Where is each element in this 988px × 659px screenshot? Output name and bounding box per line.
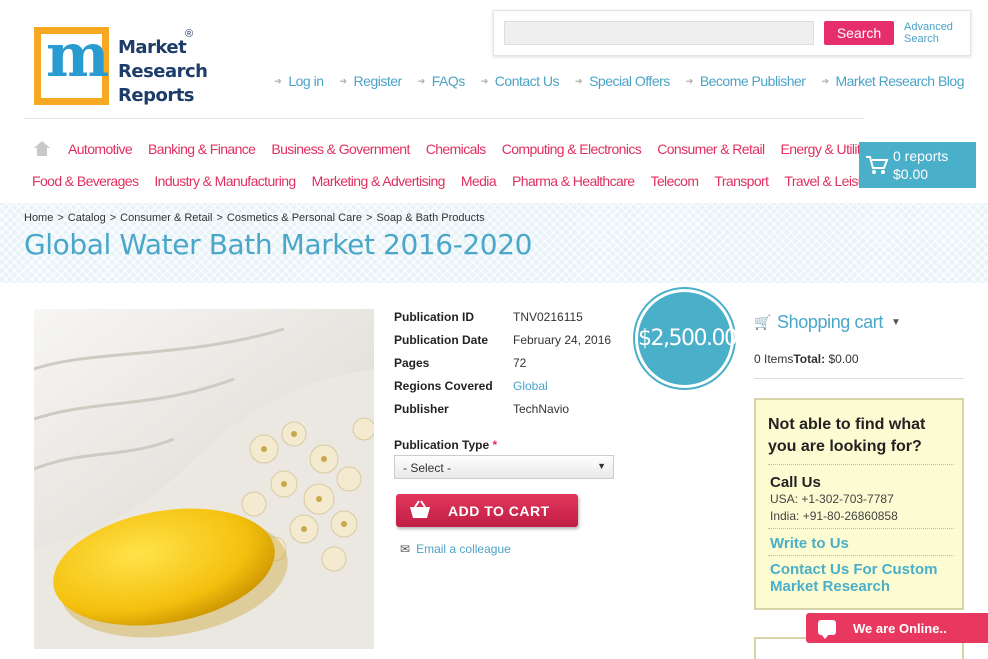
envelope-icon: ✉ [400,542,411,556]
live-chat-button[interactable]: We are Online.. [806,613,988,643]
cart-total: $0.00 [893,166,929,182]
top-link-register[interactable]: ➔ Register [339,73,403,89]
product-image [34,309,374,649]
category-link[interactable]: Media [461,173,497,189]
top-nav: ➔ Log in ➔ Register ➔ FAQs ➔ Contact Us ➔ Spe… [258,73,964,89]
breadcrumb-item[interactable]: Home [24,212,53,224]
regions-label: Regions Covered [394,379,493,393]
publisher-label: Publisher [394,402,449,416]
arrow-icon: ➔ [274,75,282,86]
publication-type-select[interactable]: - Select - ▼ [394,455,614,479]
category-link[interactable]: Pharma & Healthcare [512,173,635,189]
logo-mark: m [34,26,110,105]
help-box: Not able to find what you are looking fo… [754,398,964,610]
write-to-us-link[interactable]: Write to Us [770,535,849,552]
shopping-cart-toggle[interactable]: 🛒 Shopping cart ▼ [754,312,901,333]
page-title: Global Water Bath Market 2016-2020 [24,228,533,261]
regions-link[interactable]: Global [513,379,548,402]
site-logo[interactable]: m Market Research Reports ® [34,26,208,107]
price-badge: $2,500.00 [635,289,738,388]
arrow-icon: ➔ [685,75,694,86]
publication-id-value: TNV0216115 [513,310,583,324]
search-panel: Search Advanced Search [493,10,971,56]
help-question: Not able to find what you are looking fo… [768,416,926,455]
top-link-blog[interactable]: ➔ Market Research Blog [821,73,964,89]
cart-icon [866,156,889,174]
divider [754,378,964,379]
category-link[interactable]: Automotive [68,141,133,157]
category-link[interactable]: Food & Beverages [32,173,139,189]
category-link[interactable]: Telecom [650,173,699,189]
chat-bubble-icon [818,620,836,639]
dropdown-arrow-icon: ▼ [597,461,606,471]
top-link-login[interactable]: ➔ Log in [274,73,324,89]
email-colleague-link[interactable]: ✉ Email a colleague [400,542,511,556]
category-link[interactable]: Banking & Finance [148,141,256,157]
add-to-cart-button[interactable]: ADD TO CART [396,494,578,527]
search-button[interactable]: Search [824,21,894,45]
search-input[interactable] [504,21,814,45]
title-banner: Home > Catalog > Consumer & Retail > Cosmet… [0,203,988,283]
breadcrumb-item[interactable]: Cosmetics & Personal Care [227,212,362,224]
category-nav-row1: Automotive Banking & Finance Business & … [68,141,892,157]
breadcrumb-item[interactable]: Catalog [68,212,106,224]
required-marker: * [492,438,498,452]
top-link-contact[interactable]: ➔ Contact Us [480,73,560,89]
pages-value: 72 [513,356,527,370]
arrow-icon: ➔ [417,75,426,86]
publication-type-label: Publication Type * [394,438,498,452]
category-link[interactable]: Chemicals [426,141,487,157]
select-value: - Select - [403,461,452,475]
top-link-special-offers[interactable]: ➔ Special Offers [575,73,670,89]
category-link[interactable]: Transport [714,173,769,189]
home-icon[interactable] [34,141,50,157]
divider [24,118,864,119]
category-link[interactable]: Marketing & Advertising [312,173,446,189]
arrow-icon: ➔ [821,75,829,86]
arrow-icon: ➔ [480,75,489,86]
publication-details: Publication ID TNV0216115 Publication Dat… [394,310,611,425]
top-link-faqs[interactable]: ➔ FAQs [417,73,466,89]
category-link[interactable]: Business & Government [271,141,410,157]
arrow-icon: ➔ [339,75,348,86]
header-cart[interactable]: 0 reports $0.00 [859,142,976,188]
breadcrumb-item[interactable]: Soap & Bath Products [376,212,484,224]
advanced-search-link[interactable]: Advanced Search [904,21,953,45]
category-nav-row2: Food & Beverages Industry & Manufacturin… [32,173,892,189]
cart-icon: 🛒 [754,314,772,330]
category-link[interactable]: Industry & Manufacturing [154,173,296,189]
publication-date-label: Publication Date [394,333,489,347]
arrow-icon: ➔ [575,75,583,86]
registered-mark: ® [185,28,194,40]
publication-date-value: February 24, 2016 [513,333,612,347]
cart-summary: 0 ItemsTotal: $0.00 [754,352,859,366]
top-link-become-publisher[interactable]: ➔ Become Publisher [686,73,806,89]
publication-id-label: Publication ID [394,310,475,324]
phone-usa: USA: +1-302-703-7787 [770,492,894,506]
breadcrumb-item[interactable]: Consumer & Retail [120,212,212,224]
publisher-value: TechNavio [513,402,570,416]
chevron-down-icon: ▼ [890,317,901,328]
call-us-heading: Call Us [770,474,821,491]
category-link[interactable]: Computing & Electronics [502,141,642,157]
basket-icon [410,500,430,518]
pages-label: Pages [394,356,430,370]
cart-count: 0 reports [893,148,949,164]
custom-research-link[interactable]: Contact Us For Custom Market Research [770,561,950,595]
breadcrumb: Home > Catalog > Consumer & Retail > Cosmet… [24,212,485,224]
logo-text: Market Research Reports [118,37,208,106]
category-link[interactable]: Consumer & Retail [657,141,765,157]
phone-india: India: +91-80-26860858 [770,509,898,523]
